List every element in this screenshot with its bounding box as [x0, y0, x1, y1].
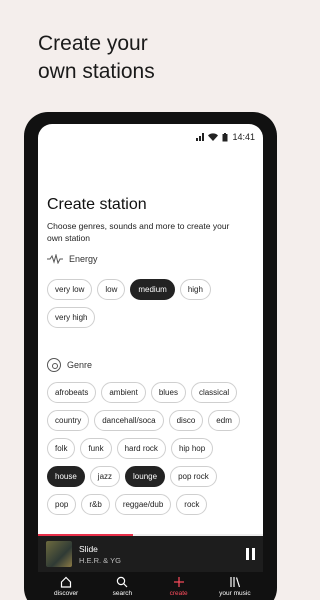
status-bar: 14:41 [196, 132, 255, 142]
genre-chip-afrobeats[interactable]: afrobeats [47, 382, 97, 403]
battery-icon [222, 132, 228, 141]
waveform-icon [47, 254, 63, 264]
promo-line-2: own stations [38, 60, 155, 83]
genre-chip-classical[interactable]: classical [190, 382, 238, 403]
genre-chip-reggae-dub[interactable]: reggae/dub [114, 494, 172, 515]
nav-item-label: create [169, 589, 188, 597]
genre-chip-pop[interactable]: pop [47, 494, 77, 515]
genre-chip-folk[interactable]: folk [47, 438, 76, 459]
genre-chip-row: folk funk hard rock hip hop [47, 438, 259, 459]
genre-chip-lounge[interactable]: lounge [125, 466, 166, 487]
energy-chip-low[interactable]: low [97, 279, 126, 300]
track-info: Slide H.E.R. & YG [79, 544, 246, 565]
genre-section-header: Genre [47, 358, 92, 372]
genre-chip-row: pop r&b reggae/dub rock [47, 494, 259, 515]
search-icon [116, 576, 128, 588]
page-title: Create station [47, 196, 147, 213]
nav-item-discover[interactable]: discover [41, 576, 91, 597]
energy-chip-group: very low low medium high very high [47, 279, 259, 335]
energy-chip-medium[interactable]: medium [130, 279, 175, 300]
energy-chip-very-high[interactable]: very high [47, 307, 96, 328]
genre-chip-country[interactable]: country [47, 410, 90, 431]
app-screen: 14:41 Create station Choose genres, soun… [38, 124, 263, 600]
genre-chip-disco[interactable]: disco [168, 410, 204, 431]
track-title: Slide [79, 543, 98, 554]
nav-item-search[interactable]: search [97, 576, 147, 597]
genre-chip-row: afrobeats ambient blues classical [47, 382, 259, 403]
genre-chip-pop-rock[interactable]: pop rock [170, 466, 217, 487]
genre-chip-r-b[interactable]: r&b [81, 494, 110, 515]
genre-chip-jazz[interactable]: jazz [89, 466, 121, 487]
genre-chip-rock[interactable]: rock [176, 494, 208, 515]
library-icon [229, 576, 241, 588]
nav-item-create[interactable]: create [154, 576, 204, 597]
nav-item-label: discover [54, 589, 79, 597]
genre-chip-house[interactable]: house [47, 466, 85, 487]
mini-player[interactable]: Slide H.E.R. & YG [38, 536, 263, 572]
page-subtitle: Choose genres, sounds and more to create… [47, 221, 230, 243]
nav-item-label: search [112, 589, 133, 597]
track-artist: H.E.R. & YG [79, 555, 121, 565]
energy-chip-row: very high [47, 307, 259, 328]
home-icon [60, 576, 72, 588]
nav-item-label: your music [219, 589, 251, 597]
vinyl-icon [47, 358, 61, 372]
energy-chip-high[interactable]: high [179, 279, 211, 300]
genre-chip-hard-rock[interactable]: hard rock [116, 438, 166, 459]
genre-chip-dancehall-soca[interactable]: dancehall/soca [94, 410, 164, 431]
genre-chip-funk[interactable]: funk [80, 438, 112, 459]
nav-item-your-music[interactable]: your music [210, 576, 260, 597]
energy-chip-very-low[interactable]: very low [47, 279, 93, 300]
pause-icon[interactable] [246, 548, 255, 560]
phone-frame: 14:41 Create station Choose genres, soun… [24, 112, 277, 600]
energy-chip-row: very low low medium high [47, 279, 259, 300]
genre-chip-row: country dancehall/soca disco edm [47, 410, 259, 431]
genre-chip-group: afrobeats ambient blues classical country dan… [47, 382, 259, 522]
clock: 14:41 [232, 132, 255, 142]
genre-chip-hip-hop[interactable]: hip hop [170, 438, 214, 459]
genre-chip-row: house jazz lounge pop rock [47, 466, 259, 487]
promo-headline: Create your own stations [38, 30, 155, 86]
energy-label: Energy [69, 254, 98, 264]
plus-icon [173, 576, 185, 588]
album-art [46, 541, 72, 567]
signal-icon [196, 133, 205, 141]
genre-chip-ambient[interactable]: ambient [101, 382, 146, 403]
genre-chip-edm[interactable]: edm [208, 410, 240, 431]
wifi-icon [208, 133, 219, 141]
bottom-nav: discover search create your music [38, 572, 263, 600]
energy-section-header: Energy [47, 254, 98, 264]
genre-label: Genre [67, 360, 93, 370]
genre-chip-blues[interactable]: blues [150, 382, 186, 403]
promo-line-1: Create your [38, 32, 148, 55]
